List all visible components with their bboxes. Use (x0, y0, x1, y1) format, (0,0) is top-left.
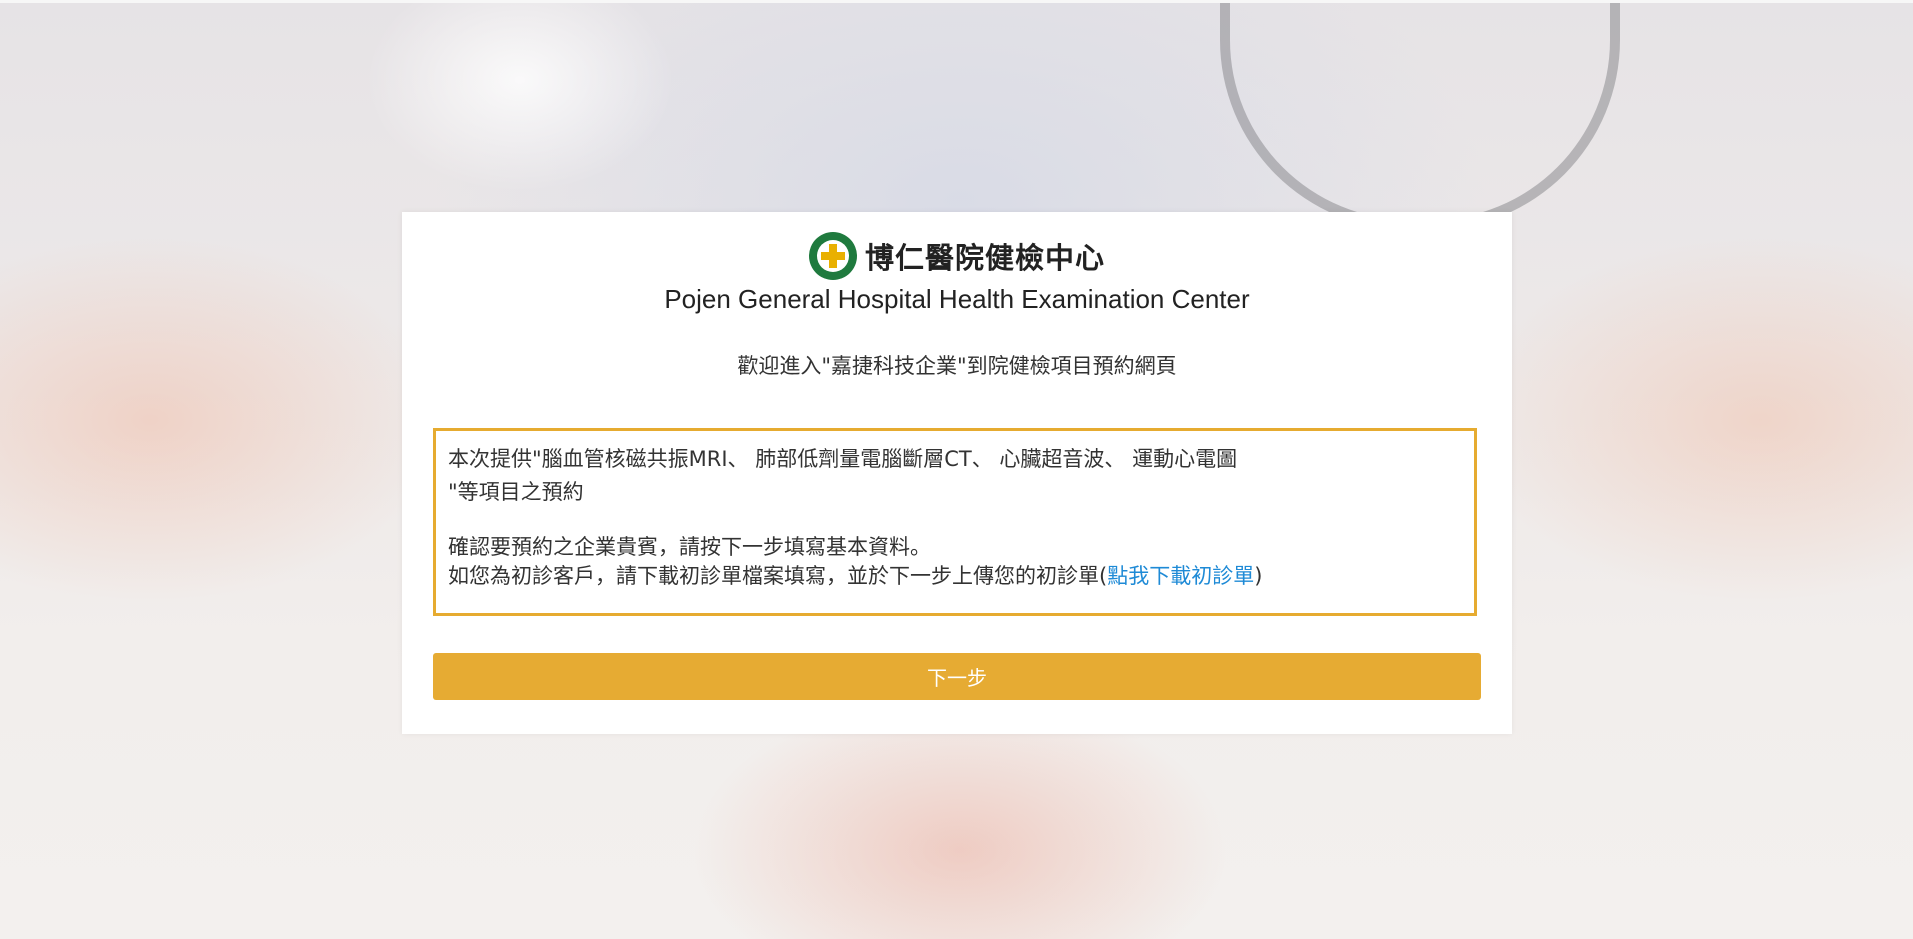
notice-box: 本次提供"腦血管核磁共振MRI、 肺部低劑量電腦斷層CT、 心臟超音波、 運動心… (433, 428, 1477, 616)
hospital-cross-logo-icon (808, 232, 857, 280)
notice-line-4-prefix: 如您為初診客戶，請下載初診單檔案填寫，並於下一步上傳您的初診單( (448, 564, 1108, 588)
brand-header: 博仁醫院健檢中心 (402, 228, 1512, 284)
notice-line-4-suffix: ) (1254, 564, 1263, 588)
notice-line-4: 如您為初診客戶，請下載初診單檔案填寫，並於下一步上傳您的初診單(點我下載初診單) (448, 562, 1462, 591)
next-step-button[interactable]: 下一步 (433, 653, 1481, 700)
notice-line-3: 確認要預約之企業貴賓，請按下一步填寫基本資料。 (448, 535, 931, 559)
notice-line-1: 本次提供"腦血管核磁共振MRI、 肺部低劑量電腦斷層CT、 心臟超音波、 運動心… (448, 447, 1238, 471)
welcome-message: 歡迎進入"嘉捷科技企業"到院健檢項目預約網頁 (737, 354, 1177, 378)
notice-line-2: "等項目之預約 (448, 480, 584, 504)
top-border (0, 0, 1913, 3)
english-title: Pojen General Hospital Health Examinatio… (664, 284, 1250, 314)
download-form-link[interactable]: 點我下載初診單 (1107, 564, 1254, 588)
brand-name: 博仁醫院健檢中心 (864, 241, 1105, 275)
booking-card: 博仁醫院健檢中心 Pojen General Hospital Health E… (402, 212, 1512, 734)
